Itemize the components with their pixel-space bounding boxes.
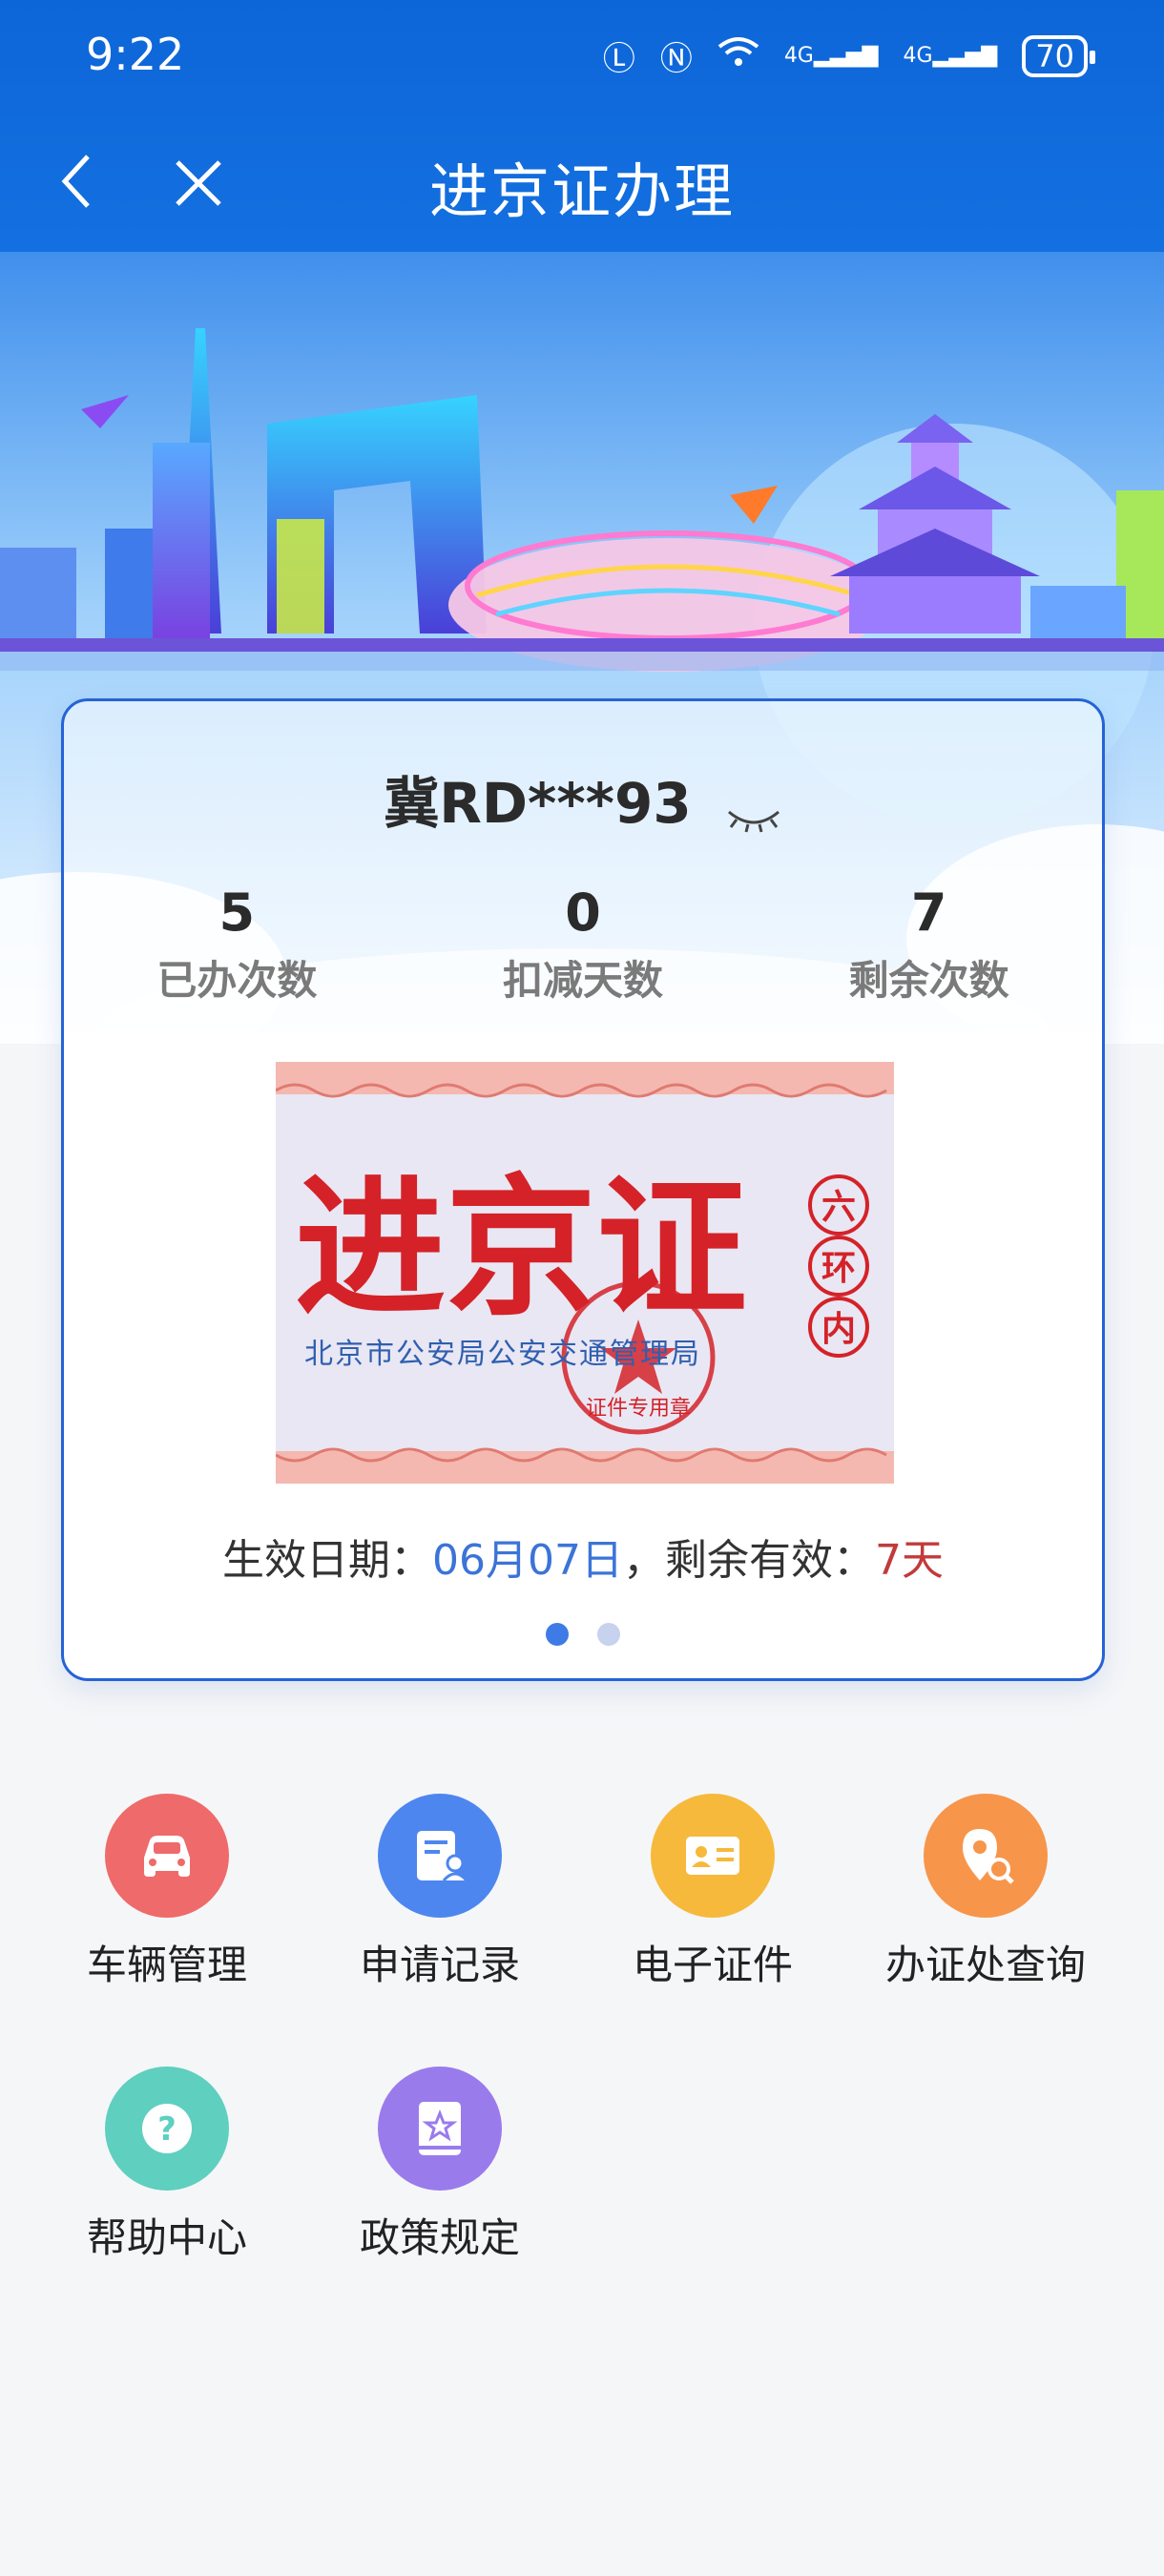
validity-text: 生效日期：06月07日，剩余有效：7天 <box>64 1526 1102 1587</box>
status-time: 9:22 <box>86 29 185 80</box>
stat-value: 7 <box>910 883 947 943</box>
menu-label: 政策规定 <box>359 2214 520 2261</box>
validity-prefix: 生效日期： <box>222 1536 432 1585</box>
menu-policy-regulations[interactable]: 政策规定 <box>301 2067 578 2264</box>
stats-row: 5 已办次数 0 扣减天数 7 剩余次数 <box>64 883 1102 1007</box>
plate-row: 冀RD***93 <box>64 758 1102 839</box>
plate-number: 冀RD***93 <box>384 771 692 836</box>
permit-zone-3: 内 <box>821 1310 856 1349</box>
menu-application-records[interactable]: 申请记录 <box>301 1794 578 1991</box>
stat-used-count: 5 已办次数 <box>64 883 410 1007</box>
hd-icon: Ⓛ <box>602 40 635 78</box>
pager-dot-1[interactable] <box>546 1623 570 1646</box>
car-icon <box>105 1794 229 1918</box>
id-card-icon <box>651 1794 775 1918</box>
permit-seal-text: 证件专用章 <box>586 1397 691 1421</box>
menu-vehicle-management[interactable]: 车辆管理 <box>29 1794 305 1991</box>
menu-label: 办证处查询 <box>884 1942 1086 1988</box>
validity-days: 7天 <box>874 1536 944 1585</box>
validity-date: 06月07日 <box>432 1536 623 1585</box>
pager-dots <box>64 1623 1102 1650</box>
svg-text:?: ? <box>157 2110 177 2149</box>
status-icons: Ⓛ Ⓝ 4G▂▃▅▇ 4G▂▃▅▇ 70 <box>602 32 1095 79</box>
stat-value: 5 <box>218 883 256 943</box>
stat-deducted-days: 0 扣减天数 <box>410 883 757 1007</box>
menu-label: 电子证件 <box>632 1942 793 1988</box>
battery-icon: 70 <box>1022 34 1095 77</box>
permit-issuer: 北京市公安局公安交通管理局 <box>304 1338 701 1371</box>
menu-label: 车辆管理 <box>86 1942 247 1988</box>
permit-title: 进京证 <box>295 1160 747 1337</box>
permit-image[interactable]: 进京证 六 环 内 证件专用章 北京市公安局公安交通管理局 <box>276 1062 894 1484</box>
stat-label: 扣减天数 <box>503 957 664 1004</box>
permit-card: 冀RD***93 5 已办次数 0 扣减天数 7 剩余次数 进京证 六 环 内 … <box>61 698 1105 1681</box>
menu-help-center[interactable]: ? 帮助中心 <box>29 2067 305 2264</box>
stat-remaining-count: 7 剩余次数 <box>756 883 1102 1007</box>
help-icon: ? <box>105 2067 229 2191</box>
permit-zone-2: 环 <box>821 1249 856 1288</box>
menu-electronic-certificate[interactable]: 电子证件 <box>574 1794 851 1991</box>
menu-office-lookup[interactable]: 办证处查询 <box>847 1794 1124 1991</box>
stat-label: 已办次数 <box>156 957 318 1004</box>
permit-zone-1: 六 <box>821 1188 856 1227</box>
top-bar: 9:22 Ⓛ Ⓝ 4G▂▃▅▇ 4G▂▃▅▇ 70 进京证办理 <box>0 0 1164 252</box>
stat-label: 剩余次数 <box>848 957 1009 1004</box>
policy-book-icon <box>378 2067 502 2191</box>
stat-value: 0 <box>565 883 601 943</box>
menu-label: 申请记录 <box>359 1942 520 1988</box>
signal-icon-2: 4G▂▃▅▇ <box>903 44 998 68</box>
application-record-icon <box>378 1794 502 1918</box>
signal-icon-1: 4G▂▃▅▇ <box>783 44 879 68</box>
menu-label: 帮助中心 <box>86 2214 247 2261</box>
location-search-icon <box>924 1794 1048 1918</box>
validity-middle: ，剩余有效： <box>622 1536 875 1585</box>
pager-dot-2[interactable] <box>596 1623 620 1646</box>
wifi-icon <box>717 35 759 76</box>
nfc-icon: Ⓝ <box>659 40 693 78</box>
eye-closed-icon[interactable] <box>725 804 782 833</box>
page-title: 进京证办理 <box>428 156 735 226</box>
